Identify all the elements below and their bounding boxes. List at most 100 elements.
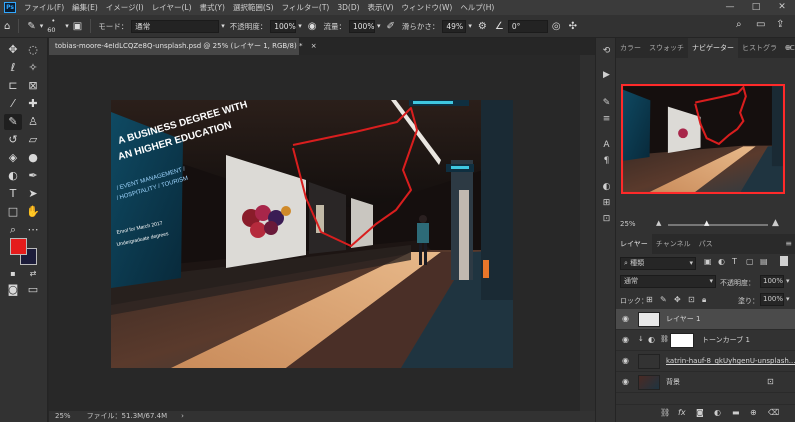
foreground-color-swatch[interactable] xyxy=(10,238,27,255)
eraser-tool-icon[interactable]: ▱ xyxy=(24,132,42,148)
dodge-tool-icon[interactable]: ◐ xyxy=(4,168,22,184)
brush-tool-icon[interactable]: ✎ xyxy=(23,21,39,32)
menu-view[interactable]: 表示(V) xyxy=(364,2,398,13)
menu-edit[interactable]: 編集(E) xyxy=(68,2,102,13)
workspace-icon[interactable]: ▭ xyxy=(752,19,769,30)
zoom-tool-icon[interactable]: ⌕ xyxy=(4,222,22,238)
menu-3d[interactable]: 3D(D) xyxy=(333,3,363,12)
folder-icon[interactable]: ▬ xyxy=(732,408,740,417)
blur-tool-icon[interactable]: ● xyxy=(24,150,42,166)
rectangle-tool-icon[interactable]: □ xyxy=(4,204,22,220)
opacity-dropdown-icon[interactable]: ▾ xyxy=(786,277,790,285)
angle-icon[interactable]: ∠ xyxy=(491,21,508,32)
document-tab[interactable]: tobias-moore-4eIdLCQZe8Q-unsplash.psd @ … xyxy=(49,38,317,55)
layer-opacity-input[interactable]: 100% xyxy=(760,275,784,288)
maximize-button[interactable]: □ xyxy=(743,0,769,15)
flow-input[interactable]: 100% xyxy=(349,19,375,33)
symmetry-icon[interactable]: ✣ xyxy=(565,21,581,32)
layer-name[interactable]: katrin-hauf-8_qkUyhgenU-unsplash... xyxy=(666,351,795,372)
filter-type-icon[interactable]: T xyxy=(732,257,737,266)
swap-colors-icon[interactable]: ⇄ xyxy=(24,266,42,282)
opacity-dropdown-icon[interactable]: ▾ xyxy=(296,22,304,30)
pressure-size-icon[interactable]: ◎ xyxy=(548,21,565,32)
status-zoom[interactable]: 25% xyxy=(49,411,77,422)
pressure-opacity-icon[interactable]: ◉ xyxy=(304,21,321,32)
panel-menu-icon[interactable]: ≡ xyxy=(785,38,792,58)
paragraph-panel-icon[interactable]: ¶ xyxy=(598,154,615,168)
healing-brush-tool-icon[interactable]: ✚ xyxy=(24,96,42,112)
layers-panel-menu-icon[interactable]: ≡ xyxy=(785,234,792,254)
document-tab-close-icon[interactable]: × xyxy=(311,42,317,50)
document-canvas-image[interactable]: A BUSINESS DEGREE WITH AN HIGHER EDUCATI… xyxy=(111,100,513,368)
layer-filter-kind-select[interactable]: ⌕ 種類 ▾ xyxy=(620,257,696,270)
quick-mask-icon[interactable]: ◙ xyxy=(4,282,22,298)
mode-dropdown-icon[interactable]: ▾ xyxy=(219,22,227,30)
default-colors-icon[interactable]: ▪ xyxy=(4,266,22,282)
tab-paths[interactable]: パス xyxy=(695,234,717,254)
filter-pixel-icon[interactable]: ▣ xyxy=(704,257,712,266)
visibility-eye-icon[interactable]: ◉ xyxy=(622,377,629,386)
menu-filter[interactable]: フィルター(T) xyxy=(278,2,334,13)
link-icon[interactable]: ⛓︎ xyxy=(660,408,670,417)
properties-icon[interactable]: ⊞ xyxy=(598,196,615,210)
tab-layers[interactable]: レイヤー xyxy=(616,234,652,254)
tab-histogram[interactable]: ヒストグラ xyxy=(738,38,781,58)
brush-tool-icon[interactable]: ✎ xyxy=(4,114,22,130)
fx-icon[interactable]: fx xyxy=(678,408,686,417)
brush-settings-icon[interactable]: ▣ xyxy=(69,21,86,32)
menu-type[interactable]: 書式(Y) xyxy=(196,2,229,13)
libraries-icon[interactable]: ⊡ xyxy=(598,212,615,226)
menu-help[interactable]: ヘルプ(H) xyxy=(456,2,498,13)
menu-select[interactable]: 選択範囲(S) xyxy=(229,2,278,13)
actions-play-icon[interactable]: ▶ xyxy=(598,68,615,82)
tab-swatches[interactable]: スウォッチ xyxy=(645,38,688,58)
lock-all-icon[interactable]: 🔒︎ xyxy=(702,295,706,305)
home-icon[interactable]: ⌂ xyxy=(0,21,14,32)
fill-dropdown-icon[interactable]: ▾ xyxy=(786,295,790,303)
character-panel-icon[interactable]: A xyxy=(598,138,615,152)
filter-adjustment-icon[interactable]: ◐ xyxy=(718,257,725,266)
navigator-zoom-value[interactable]: 25% xyxy=(620,220,636,228)
visibility-eye-icon[interactable]: ◉ xyxy=(622,335,629,344)
eyedropper-tool-icon[interactable]: ⁄ xyxy=(4,96,22,112)
layer-name[interactable]: 背景 xyxy=(666,372,680,393)
marquee-tool-icon[interactable]: ◌ xyxy=(24,42,42,58)
fill-input[interactable]: 100% xyxy=(760,293,784,306)
screen-mode-icon[interactable]: ▭ xyxy=(24,282,42,298)
flow-dropdown-icon[interactable]: ▾ xyxy=(375,22,383,30)
mode-select[interactable]: 通常 xyxy=(131,19,220,33)
layer-row[interactable]: ◉ katrin-hauf-8_qkUyhgenU-unsplash... xyxy=(616,351,795,372)
brush-panel-icon[interactable]: ✎ xyxy=(598,96,615,110)
layer-name[interactable]: トーンカーブ 1 xyxy=(702,330,750,351)
search-icon[interactable]: ⌕ xyxy=(732,19,746,30)
layer-row[interactable]: ◉ レイヤー 1 xyxy=(616,309,795,330)
magic-wand-tool-icon[interactable]: ✧ xyxy=(24,60,42,76)
more-tools-icon[interactable]: ⋯ xyxy=(24,222,42,238)
visibility-eye-icon[interactable]: ◉ xyxy=(622,356,629,365)
vertical-scrollbar[interactable] xyxy=(580,55,595,411)
blend-mode-select[interactable]: 通常 ▾ xyxy=(620,275,716,288)
layer-row[interactable]: ◉ ↓ ◐ ⛓︎ トーンカーブ 1 xyxy=(616,330,795,351)
trash-icon[interactable]: ⌫ xyxy=(768,408,779,417)
menu-window[interactable]: ウィンドウ(W) xyxy=(398,2,457,13)
visibility-eye-icon[interactable]: ◉ xyxy=(622,314,629,323)
smoothing-settings-gear-icon[interactable]: ⚙ xyxy=(474,21,491,32)
pen-tool-icon[interactable]: ✒ xyxy=(24,168,42,184)
brush-preset-picker[interactable]: • 60 xyxy=(43,16,65,36)
zoom-out-icon[interactable]: ▲ xyxy=(656,219,661,227)
close-window-button[interactable]: ✕ xyxy=(769,0,795,15)
zoom-in-icon[interactable]: ▲ xyxy=(772,218,779,228)
tab-navigator[interactable]: ナビゲーター xyxy=(688,38,738,58)
menu-image[interactable]: イメージ(I) xyxy=(102,2,148,13)
hand-tool-icon[interactable]: ✋ xyxy=(24,204,42,220)
share-icon[interactable]: ⇪ xyxy=(772,19,788,30)
navigator-preview[interactable] xyxy=(621,84,785,194)
path-selection-tool-icon[interactable]: ➤ xyxy=(24,186,42,202)
history-brush-tool-icon[interactable]: ↺ xyxy=(4,132,22,148)
adjustments-icon[interactable]: ◐ xyxy=(598,180,615,194)
smoothing-dropdown-icon[interactable]: ▾ xyxy=(466,22,474,30)
history-icon[interactable]: ⟲ xyxy=(598,44,615,58)
lock-transparent-icon[interactable]: ⊞ xyxy=(646,295,653,304)
filter-smart-object-icon[interactable]: ▤ xyxy=(760,257,768,266)
menu-file[interactable]: ファイル(F) xyxy=(20,2,68,13)
